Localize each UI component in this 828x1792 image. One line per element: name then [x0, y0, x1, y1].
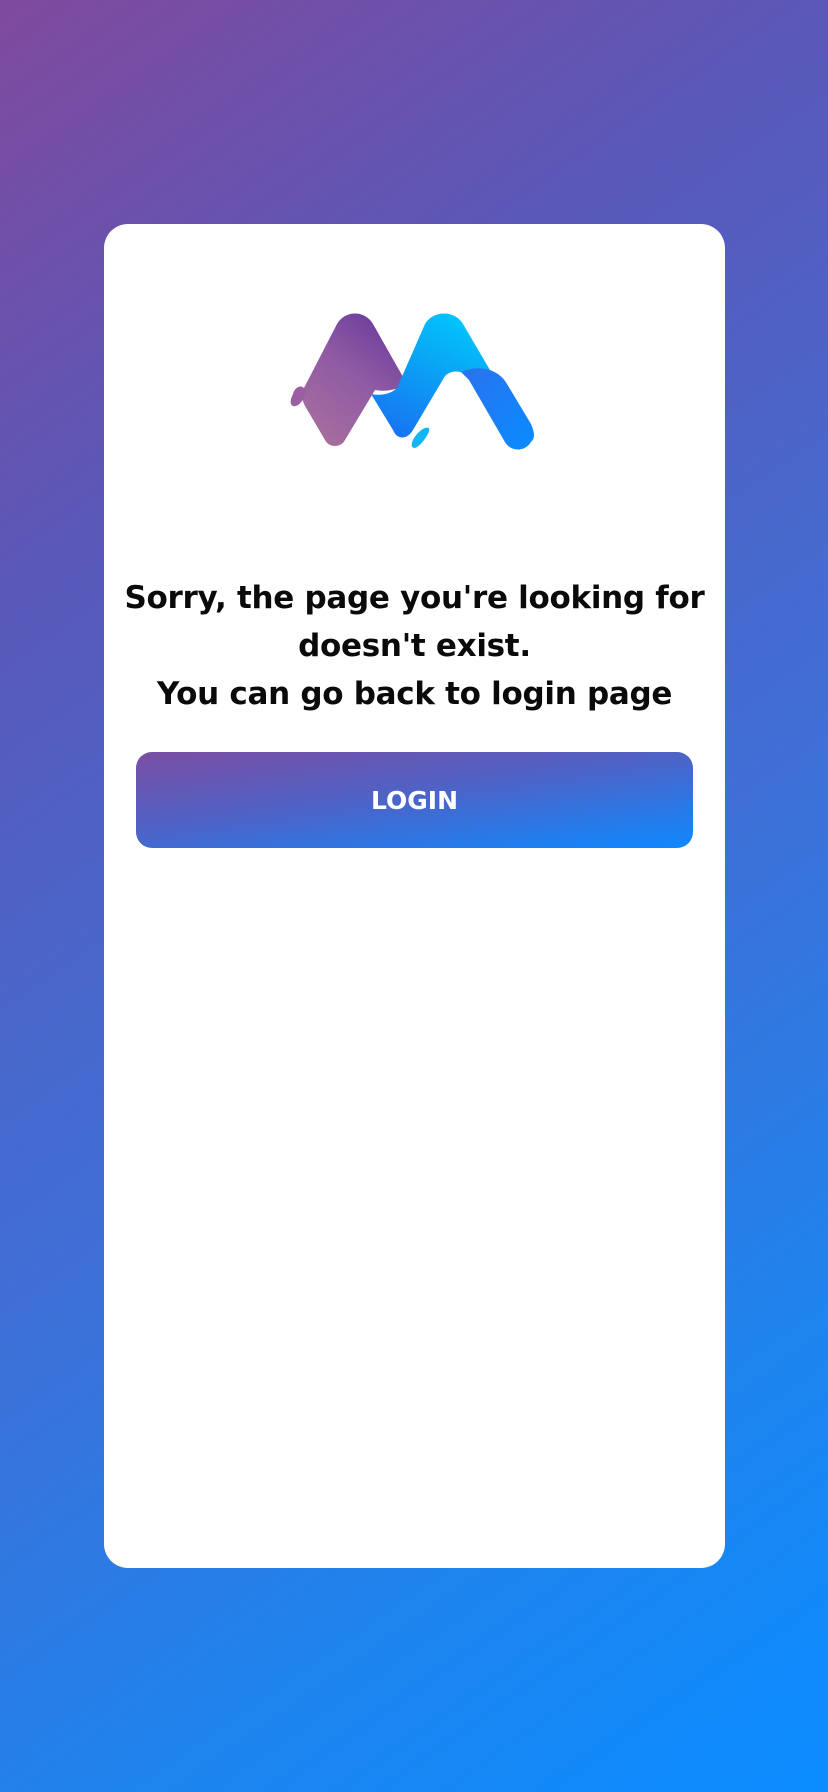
not-found-message: Sorry, the page you're looking for doesn…: [104, 574, 725, 718]
message-line-1: Sorry, the page you're looking for: [124, 580, 705, 616]
login-button[interactable]: LOGIN: [136, 752, 693, 848]
not-found-card: Sorry, the page you're looking for doesn…: [104, 224, 725, 1568]
message-line-2: doesn't exist.: [298, 628, 531, 664]
brand-logo-icon: [290, 313, 534, 450]
message-line-3: You can go back to login page: [156, 676, 673, 712]
